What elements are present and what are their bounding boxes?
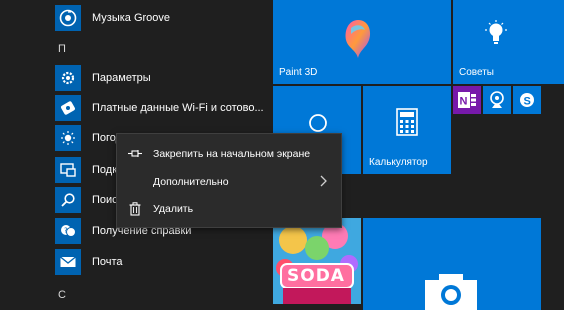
tile-camera[interactable] <box>363 218 541 310</box>
small-tiles-group: N S <box>453 86 564 174</box>
tile-skype[interactable]: S <box>513 86 541 114</box>
tile-tips[interactable]: Советы <box>453 0 564 84</box>
svg-text:N: N <box>460 96 468 108</box>
mail-icon <box>55 249 81 275</box>
context-menu: Закрепить на начальном экране Дополнител… <box>116 133 342 228</box>
tile-calculator[interactable]: Калькулятор <box>363 86 451 174</box>
app-mail[interactable]: Почта <box>55 249 270 275</box>
letter-header-s[interactable]: С <box>58 289 66 301</box>
menu-item-label: Удалить <box>153 203 194 215</box>
camera-icon <box>425 274 477 310</box>
app-label: Музыка Groove <box>92 12 171 24</box>
app-paid-wifi[interactable]: Платные данные Wi-Fi и сотово... <box>55 95 270 121</box>
app-label: Платные данные Wi-Fi и сотово... <box>92 102 264 114</box>
menu-item-pin-to-start[interactable]: Закрепить на начальном экране <box>117 141 341 167</box>
onenote-icon: N <box>458 92 476 108</box>
svg-text:?: ? <box>64 227 68 235</box>
svg-text:S: S <box>524 96 531 108</box>
menu-item-label: Закрепить на начальном экране <box>153 148 311 160</box>
tile-camera-small[interactable] <box>483 86 511 114</box>
help-icon: ? <box>55 218 81 244</box>
chevron-right-icon <box>319 175 327 190</box>
webcam-icon <box>490 91 504 108</box>
tile-onenote[interactable]: N <box>453 86 481 114</box>
tile-paint-3d[interactable]: Paint 3D <box>273 0 451 84</box>
calculator-icon <box>396 108 418 136</box>
wifi-data-icon <box>55 95 81 121</box>
candy-crush-soda-art <box>273 218 361 304</box>
candy-soda-word: SODA <box>287 266 345 286</box>
app-label: Параметры <box>92 72 151 84</box>
trash-icon <box>117 202 153 216</box>
weather-sun-icon <box>55 125 81 151</box>
groove-music-icon <box>55 5 81 31</box>
small-tiles-empty <box>453 116 564 174</box>
search-icon <box>55 187 81 213</box>
search-icon <box>309 114 327 132</box>
paint-3d-icon <box>345 20 371 58</box>
gear-icon <box>55 65 81 91</box>
app-settings[interactable]: Параметры <box>55 65 270 91</box>
lightbulb-icon <box>485 20 507 44</box>
tile-label: Paint 3D <box>279 67 318 78</box>
tile-label: Калькулятор <box>369 157 428 168</box>
connect-icon <box>55 157 81 183</box>
menu-item-label: Дополнительно <box>153 176 229 188</box>
menu-item-more[interactable]: Дополнительно <box>117 169 341 195</box>
letter-header-p[interactable]: П <box>58 43 66 55</box>
menu-item-uninstall[interactable]: Удалить <box>117 196 341 222</box>
tile-label: Советы <box>459 67 494 78</box>
skype-icon: S <box>520 93 534 108</box>
app-groove-music[interactable]: Музыка Groove <box>55 5 270 31</box>
tile-candy-crush-soda[interactable]: SODA <box>273 218 361 304</box>
pin-icon <box>117 148 153 160</box>
app-label: Почта <box>92 256 123 268</box>
